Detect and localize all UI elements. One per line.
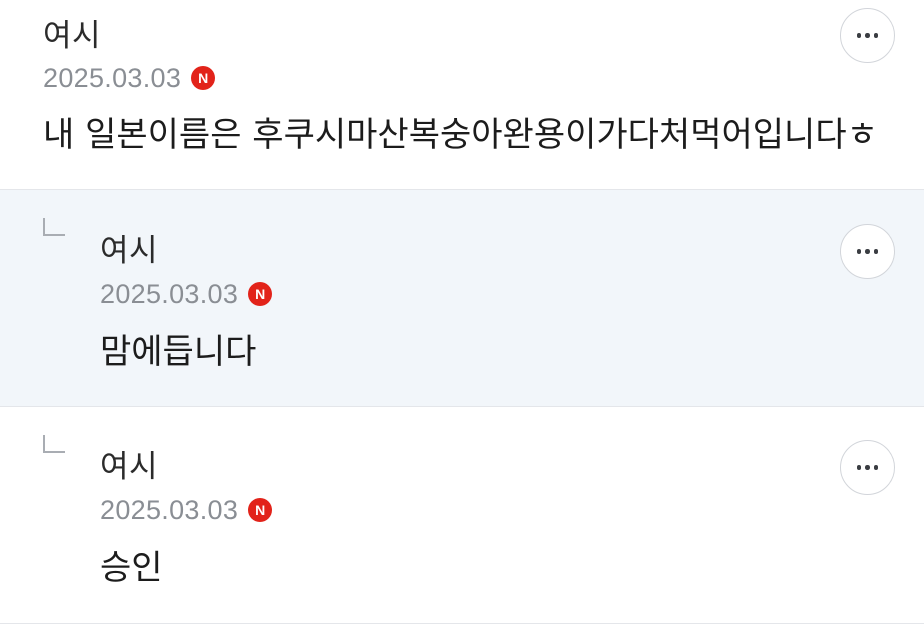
more-options-button[interactable] bbox=[840, 224, 895, 279]
comment-date: 2025.03.03 bbox=[100, 494, 239, 525]
comment-author[interactable]: 여시 bbox=[43, 18, 101, 54]
comment-meta: 2025.03.03 N bbox=[100, 493, 273, 527]
new-badge-icon: N bbox=[248, 498, 273, 522]
new-badge-icon: N bbox=[191, 66, 216, 90]
new-badge-icon: N bbox=[248, 282, 273, 306]
more-options-icon bbox=[873, 465, 879, 470]
more-options-icon bbox=[856, 33, 862, 38]
more-options-icon bbox=[873, 33, 879, 38]
comment-author[interactable]: 여시 bbox=[100, 449, 158, 485]
comment-text: 내 일본이름은 후쿠시마산복숭아완용이가다처먹어입니다ㅎ bbox=[43, 115, 878, 155]
more-options-button[interactable] bbox=[840, 440, 895, 495]
reply-comment: 여시 2025.03.03 N 맘에듭니다 bbox=[0, 190, 924, 407]
comment-thread: 여시 2025.03.03 N 내 일본이름은 후쿠시마산복숭아완용이가다처먹어… bbox=[0, 0, 924, 637]
comment-text: 승인 bbox=[100, 548, 163, 588]
more-options-icon bbox=[865, 249, 870, 254]
comment-author[interactable]: 여시 bbox=[100, 233, 158, 269]
more-options-icon bbox=[856, 249, 862, 254]
more-options-button[interactable] bbox=[840, 8, 895, 63]
reply-arrow-icon bbox=[43, 218, 65, 236]
comment-text: 맘에듭니다 bbox=[100, 332, 257, 372]
more-options-icon bbox=[873, 249, 879, 254]
comment-meta: 2025.03.03 N bbox=[100, 277, 273, 311]
comment-date: 2025.03.03 bbox=[100, 278, 239, 309]
reply-comment: 여시 2025.03.03 N 승인 bbox=[0, 407, 924, 624]
reply-arrow-icon bbox=[43, 435, 65, 453]
comment: 여시 2025.03.03 N 내 일본이름은 후쿠시마산복숭아완용이가다처먹어… bbox=[0, 0, 924, 190]
comment-date: 2025.03.03 bbox=[43, 62, 182, 93]
more-options-icon bbox=[856, 465, 862, 470]
comment-meta: 2025.03.03 N bbox=[43, 61, 216, 95]
more-options-icon bbox=[865, 33, 870, 38]
more-options-icon bbox=[865, 465, 870, 470]
